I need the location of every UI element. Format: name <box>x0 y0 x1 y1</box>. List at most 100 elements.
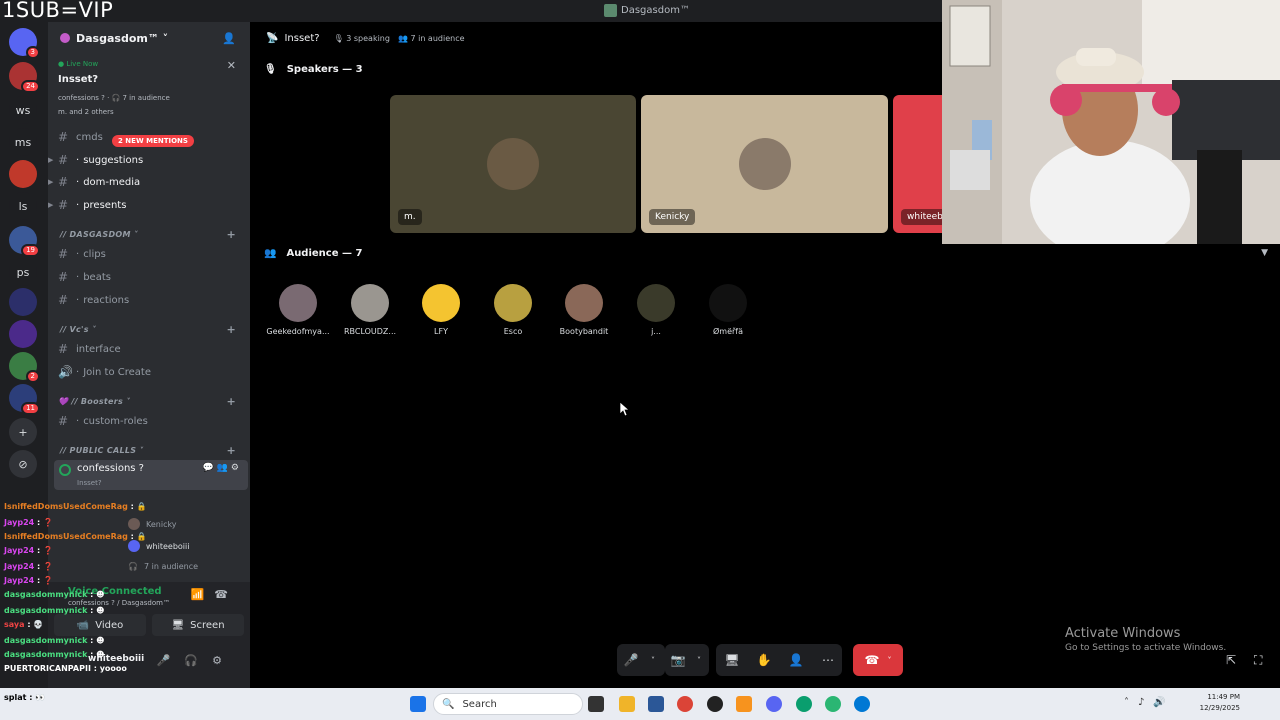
avatar <box>494 284 532 322</box>
server-icon[interactable]: 2 <box>9 352 40 383</box>
close-icon[interactable]: ✕ <box>227 59 236 72</box>
edge-icon[interactable] <box>854 696 870 712</box>
camera-off-icon[interactable]: 📷 <box>665 644 691 676</box>
chat-text: : ❓ <box>34 562 53 571</box>
app-icon[interactable] <box>736 696 752 712</box>
guild-icon <box>60 33 70 43</box>
chat-username: Jayp24 <box>4 546 35 555</box>
channel-clips[interactable]: # · clips <box>58 244 246 264</box>
microphone-icon[interactable]: 🎤 <box>617 644 645 676</box>
server-label: ms <box>14 135 32 149</box>
browser-icon[interactable] <box>796 696 812 712</box>
speaker-tile[interactable]: Kenicky <box>641 95 888 233</box>
channel-interface[interactable]: # interface <box>58 339 246 359</box>
chevron-down-icon[interactable]: ˅ <box>645 644 661 676</box>
server-icon[interactable]: + <box>9 418 37 446</box>
speaker-tile[interactable]: whiteebo <box>893 95 943 233</box>
mic-control[interactable]: 🎤 ˅ <box>617 644 665 676</box>
add-channel-icon[interactable]: + <box>226 395 236 408</box>
live-now-label: ● Live Now <box>58 60 99 68</box>
chevron-right-icon: ▶ <box>48 178 54 186</box>
channel-beats[interactable]: # · beats <box>58 267 246 287</box>
obs-icon[interactable] <box>707 696 723 712</box>
channel-actions[interactable]: 💬👥⚙ <box>203 463 242 473</box>
category-dasgasdom[interactable]: // DASGASDOM ˅ + <box>58 228 246 244</box>
server-icon[interactable]: ms <box>9 128 37 156</box>
audience-member[interactable]: j... <box>620 284 692 336</box>
window-title-text: Dasgasdom™ <box>621 5 690 16</box>
category-boosters[interactable]: 💜 // Boosters ˅ + <box>58 395 246 411</box>
new-mentions-pill[interactable]: 2 NEW MENTIONS <box>112 135 194 147</box>
more-icon[interactable]: ⋯ <box>812 644 844 676</box>
audience-member[interactable]: Esco <box>477 284 549 336</box>
camera-control[interactable]: 📷 ˅ <box>665 644 709 676</box>
server-icon <box>604 4 617 17</box>
server-icon[interactable] <box>9 288 37 316</box>
channel-confessions[interactable]: confessions ? Insset? 💬👥⚙ <box>54 460 248 490</box>
store-icon[interactable] <box>648 696 664 712</box>
popout-icon[interactable]: ⇱ <box>1226 653 1236 667</box>
server-icon[interactable]: 19 <box>9 226 40 257</box>
discord-icon[interactable] <box>766 696 782 712</box>
browser-icon[interactable] <box>825 696 841 712</box>
system-tray[interactable]: ˄♪🔊 <box>1124 697 1175 708</box>
live-stage-speakers: m. and 2 others <box>58 108 114 116</box>
stage-icon <box>59 464 71 476</box>
category-name: 💜 // Boosters ˅ <box>58 397 131 406</box>
server-icon[interactable]: 11 <box>9 384 40 415</box>
screen: 1SUB=VIP Dasgasdom™ 3 24 ws ms ls 19 ps 2 11 + ⊘ D… <box>0 0 1280 720</box>
server-icon[interactable] <box>9 320 37 348</box>
file-explorer-icon[interactable] <box>619 696 635 712</box>
search-label: Search <box>462 698 497 710</box>
windows-start-icon[interactable] <box>410 696 426 712</box>
category-name: // PUBLIC CALLS ˅ <box>60 446 144 455</box>
audience-member[interactable]: Bootybandit <box>548 284 620 336</box>
channel-reactions[interactable]: # · reactions <box>58 290 246 310</box>
audience-member[interactable]: Ømëřfä <box>692 284 764 336</box>
channel-suggestions[interactable]: ▶ # · suggestions <box>48 150 246 170</box>
share-screen-icon[interactable]: 🖥 <box>716 644 748 676</box>
add-channel-icon[interactable]: + <box>226 323 236 336</box>
clock[interactable]: 11:49 PM 12/29/2025 <box>1200 692 1240 714</box>
channel-dom-media[interactable]: ▶ # · dom-media <box>48 172 246 192</box>
add-channel-icon[interactable]: + <box>226 444 236 457</box>
server-icon[interactable]: ⊘ <box>9 450 37 478</box>
people-icon: 👥 <box>264 248 277 259</box>
server-icon[interactable]: 3 <box>9 28 40 59</box>
audience-member[interactable]: RBCLOUDZ... <box>334 284 406 336</box>
audience-member-name: Ømëřfä <box>712 327 744 336</box>
channel-custom-roles[interactable]: # · custom-roles <box>58 411 246 431</box>
taskbar-search[interactable]: 🔍 Search <box>433 693 583 715</box>
channel-presents[interactable]: ▶ # · presents <box>48 195 246 215</box>
audience-member[interactable]: Geekedofmya... <box>262 284 334 336</box>
server-icon[interactable]: 24 <box>9 62 40 93</box>
audience-member[interactable]: LFY <box>405 284 477 336</box>
chat-message: Jayp24 : ❓ <box>4 546 53 555</box>
chat-username: Jayp24 <box>4 518 35 527</box>
leave-call-button[interactable]: ☎ ˅ <box>853 644 903 676</box>
invite-speaker-icon[interactable]: 👤 <box>780 644 812 676</box>
chrome-icon[interactable] <box>677 696 693 712</box>
chat-message: dasgasdommynick : ☻ <box>4 650 105 659</box>
server-icon[interactable]: ls <box>9 192 37 220</box>
add-channel-icon[interactable]: + <box>226 228 236 241</box>
window-title: Dasgasdom™ <box>604 4 690 17</box>
chat-username: dasgasdommynick <box>4 590 88 599</box>
speaker-tile[interactable]: m. <box>390 95 636 233</box>
server-icon[interactable]: ws <box>9 96 37 124</box>
task-view-icon[interactable] <box>588 696 604 712</box>
server-icon[interactable] <box>9 160 37 188</box>
chevron-down-icon[interactable]: ˅ <box>691 644 707 676</box>
category-vcs[interactable]: // Vc's ˅ + <box>58 323 246 339</box>
invite-people-icon[interactable]: 👤 <box>222 32 236 45</box>
fullscreen-icon[interactable]: ⛶ <box>1254 653 1262 668</box>
raise-hand-icon[interactable]: ✋ <box>748 644 780 676</box>
live-stage-card[interactable]: ● Live Now Insset? confessions ? · 🎧 7 i… <box>52 56 246 118</box>
server-icon[interactable]: ps <box>9 258 37 286</box>
speaker-name: m. <box>398 209 422 225</box>
guild-header[interactable]: Dasgasdom™ ˅ <box>48 22 250 54</box>
audience-title: Audience — 7 <box>286 248 363 259</box>
category-public-calls[interactable]: // PUBLIC CALLS ˅ + <box>58 444 246 460</box>
channel-join-to-create[interactable]: 🔊 · Join to Create <box>58 362 246 382</box>
chevron-down-icon[interactable]: ▼ <box>1261 248 1268 258</box>
